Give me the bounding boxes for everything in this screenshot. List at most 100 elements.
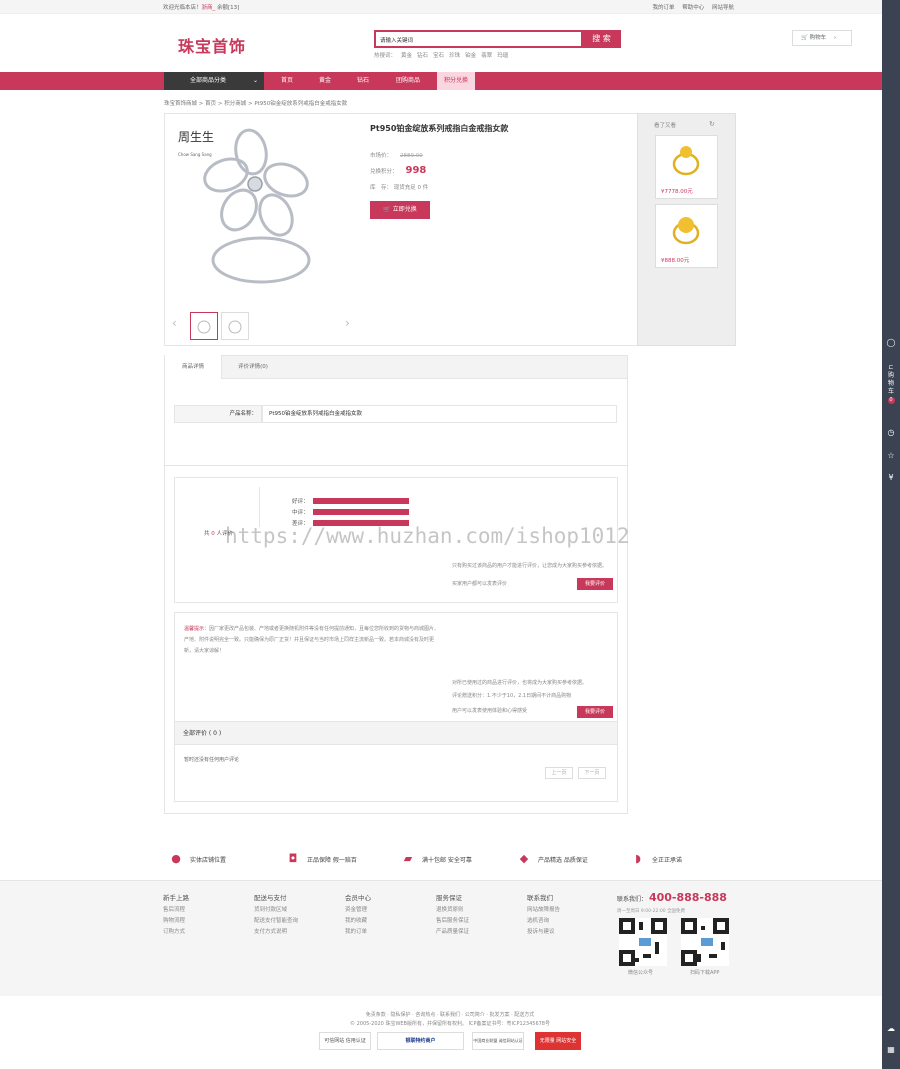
footer-link[interactable]: 订购方式 [163, 927, 189, 938]
hot-keyword[interactable]: 黄金 [401, 53, 412, 59]
footer-link[interactable]: 选机咨询 [527, 916, 560, 927]
chevron-left-icon[interactable]: ‹ [172, 316, 177, 330]
next-page-button[interactable]: 下一页 [578, 767, 606, 779]
footer-link[interactable]: 购物流程 [163, 916, 189, 927]
product-name-value: Pt950铂金绽放系列戒指白金戒指女款 [262, 405, 617, 423]
cart-icon: 🛒 [801, 35, 808, 41]
write-review-button-2[interactable]: 我要评价 [577, 706, 613, 718]
product-name-label: 产品名称： [174, 405, 262, 423]
nav-item-home[interactable]: 首页 [271, 72, 303, 90]
footer-link[interactable]: 售后服务保证 [436, 916, 469, 927]
cart-icon: 🛒 [383, 206, 391, 213]
search-button[interactable]: 搜 索 [582, 30, 621, 48]
quality-icon: ◆ [519, 852, 529, 865]
star-icon[interactable]: ☆ [882, 451, 900, 460]
hot-keyword[interactable]: 玛瑙 [497, 53, 508, 59]
footer-link[interactable]: 配送支付智能查询 [254, 916, 298, 927]
site-nav-link[interactable]: 网站导航 [712, 5, 734, 11]
tip-r1: 对所已使用过的商品进行评价，也将成为大家购买参考依据。 [452, 680, 588, 686]
chevron-right-icon: › [833, 35, 837, 41]
hot-keyword[interactable]: 铂金 [465, 53, 476, 59]
hot-keyword[interactable]: 珍珠 [449, 53, 460, 59]
good-label: 好评： [292, 499, 309, 505]
footer-links[interactable]: 免责条款 · 隐私保护 · 咨询热点 · 联系我们 · 公司简介 · 批发方案 … [0, 1011, 900, 1020]
my-orders-link[interactable]: 我的订单 [652, 5, 674, 11]
nav-item-group-buy[interactable]: 团购商品 [386, 72, 430, 90]
footer-link[interactable]: 售后流程 [163, 905, 189, 916]
tip-r3: 用户可以发表使用体验和心得感受 [452, 708, 528, 714]
prev-page-button[interactable]: 上一页 [545, 767, 573, 779]
nav-item-gold[interactable]: 黄金 [309, 72, 341, 90]
product-title: Pt950铂金绽放系列戒指白金戒指女款 [370, 124, 509, 133]
related-price: ¥7778.00元 [661, 189, 693, 195]
empty-reviews: 暂时还没有任何用户评论 [184, 757, 240, 763]
username-link[interactable]: 浙商_ [202, 5, 216, 11]
thumbnail[interactable] [190, 312, 218, 340]
all-reviews-title: 全部评价 ( 0 ) [175, 721, 617, 745]
footer-link[interactable]: 网站故障报告 [527, 905, 560, 916]
related-item[interactable]: ¥7778.00元 [655, 135, 718, 199]
footer-col: 配送与支付 货到付款区域 配送支付智能查询 支付方式说明 [254, 893, 298, 938]
service-genuine: 正品保障 假一赔百 [307, 857, 357, 864]
hot-keyword[interactable]: 翡翠 [481, 53, 492, 59]
hot-keyword[interactable]: 钻石 [417, 53, 428, 59]
brand-logo: 周生生 [178, 130, 215, 144]
category-menu-button[interactable]: 全部商品分类 ⌄ [164, 72, 264, 90]
user-icon[interactable]: ◯ [882, 338, 900, 347]
refresh-icon[interactable]: ↻ [709, 120, 715, 128]
footer-link[interactable]: 我的订单 [345, 927, 371, 938]
cart-sidebar[interactable]: ⊏ 购物车 0 [882, 364, 900, 404]
breadcrumb: 珠宝首饰商城 > 首页 > 积分商城 > Pt950铂金绽放系列戒指白金戒指女款 [164, 101, 348, 107]
copyright: 免责条款 · 隐私保护 · 咨询热点 · 联系我们 · 公司简介 · 批发方案 … [0, 1011, 900, 1029]
footer-link[interactable]: 支付方式说明 [254, 927, 298, 938]
shield-icon: ◗ [635, 852, 641, 865]
yen-icon[interactable]: ¥ [882, 473, 900, 482]
qr-label: 扫码下载APP [690, 970, 720, 976]
right-toolbar [882, 0, 900, 1069]
footer-link[interactable]: 投诉与建议 [527, 927, 560, 938]
footer-link[interactable]: 产品质量保证 [436, 927, 469, 938]
search-input[interactable]: 请输入关键词 [374, 30, 583, 48]
service-icon[interactable]: ☁ [882, 1024, 900, 1033]
cart-button[interactable]: 🛒 购物车 › [792, 30, 852, 46]
hot-label: 热搜词： [374, 53, 397, 59]
hot-keyword[interactable]: 宝石 [433, 53, 444, 59]
footer-link[interactable]: 我的收藏 [345, 916, 371, 927]
product-image[interactable] [171, 120, 351, 300]
related-item[interactable]: ¥888.00元 [655, 204, 718, 268]
help-center-link[interactable]: 帮助中心 [682, 5, 704, 11]
mid-label: 中评： [292, 510, 309, 516]
tab-reviews[interactable]: 评价详情(0) [222, 355, 284, 379]
related-price: ¥888.00元 [661, 258, 690, 264]
site-logo[interactable]: 珠宝首饰 [178, 33, 246, 57]
truck-icon: ▰ [403, 852, 413, 865]
thumbnail[interactable] [221, 312, 249, 340]
footer-col: 联系我们 网站故障报告 选机咨询 投诉与建议 [527, 893, 560, 938]
cart-icon: ⊏ [888, 364, 894, 371]
redeem-button[interactable]: 🛒 立即兑换 [370, 201, 430, 219]
good-bar [313, 498, 409, 504]
review-tip2: 买家用户都可以发表评价 [452, 581, 508, 587]
footer-link[interactable]: 退换货原则 [436, 905, 469, 916]
chevron-right-icon[interactable]: › [345, 316, 350, 330]
qr-label: 微信公众号 [628, 970, 654, 976]
write-review-button[interactable]: 我要评价 [577, 578, 613, 590]
related-title: 看了又看 [654, 123, 677, 129]
phone-number: 400-888-888 [648, 891, 727, 904]
qr-icon[interactable]: ▦ [882, 1045, 900, 1054]
badge-security[interactable]: 无限量 网站安全 [535, 1032, 581, 1050]
chevron-down-icon: ⌄ [252, 77, 258, 84]
nav-item-diamond[interactable]: 钻石 [347, 72, 379, 90]
points-price: 998 [405, 165, 427, 176]
top-bar: 欢迎光临本店！浙商_ 余额[13] 我的订单 帮助中心 网站导航 [0, 0, 882, 14]
service-shipping: 满十包邮 安全可靠 [422, 857, 472, 864]
tip-r2: 评论赠送积分：1.不少于10，2.1日期间不计商品购物 [452, 693, 572, 699]
footer-link[interactable]: 资金管理 [345, 905, 371, 916]
badge-trusted[interactable]: 可信网站 信用认证 [319, 1032, 371, 1050]
footer-link[interactable]: 货到付款区域 [254, 905, 298, 916]
history-icon[interactable]: ◷ [882, 428, 900, 437]
badge-integrity[interactable]: 中国商业联盟 诚信网站认证 [472, 1032, 524, 1050]
badge-unionpay[interactable]: 银联特约商户 [377, 1032, 464, 1050]
tab-details[interactable]: 商品详情 [164, 355, 222, 379]
nav-item-points[interactable]: 积分兑换 [437, 72, 475, 90]
